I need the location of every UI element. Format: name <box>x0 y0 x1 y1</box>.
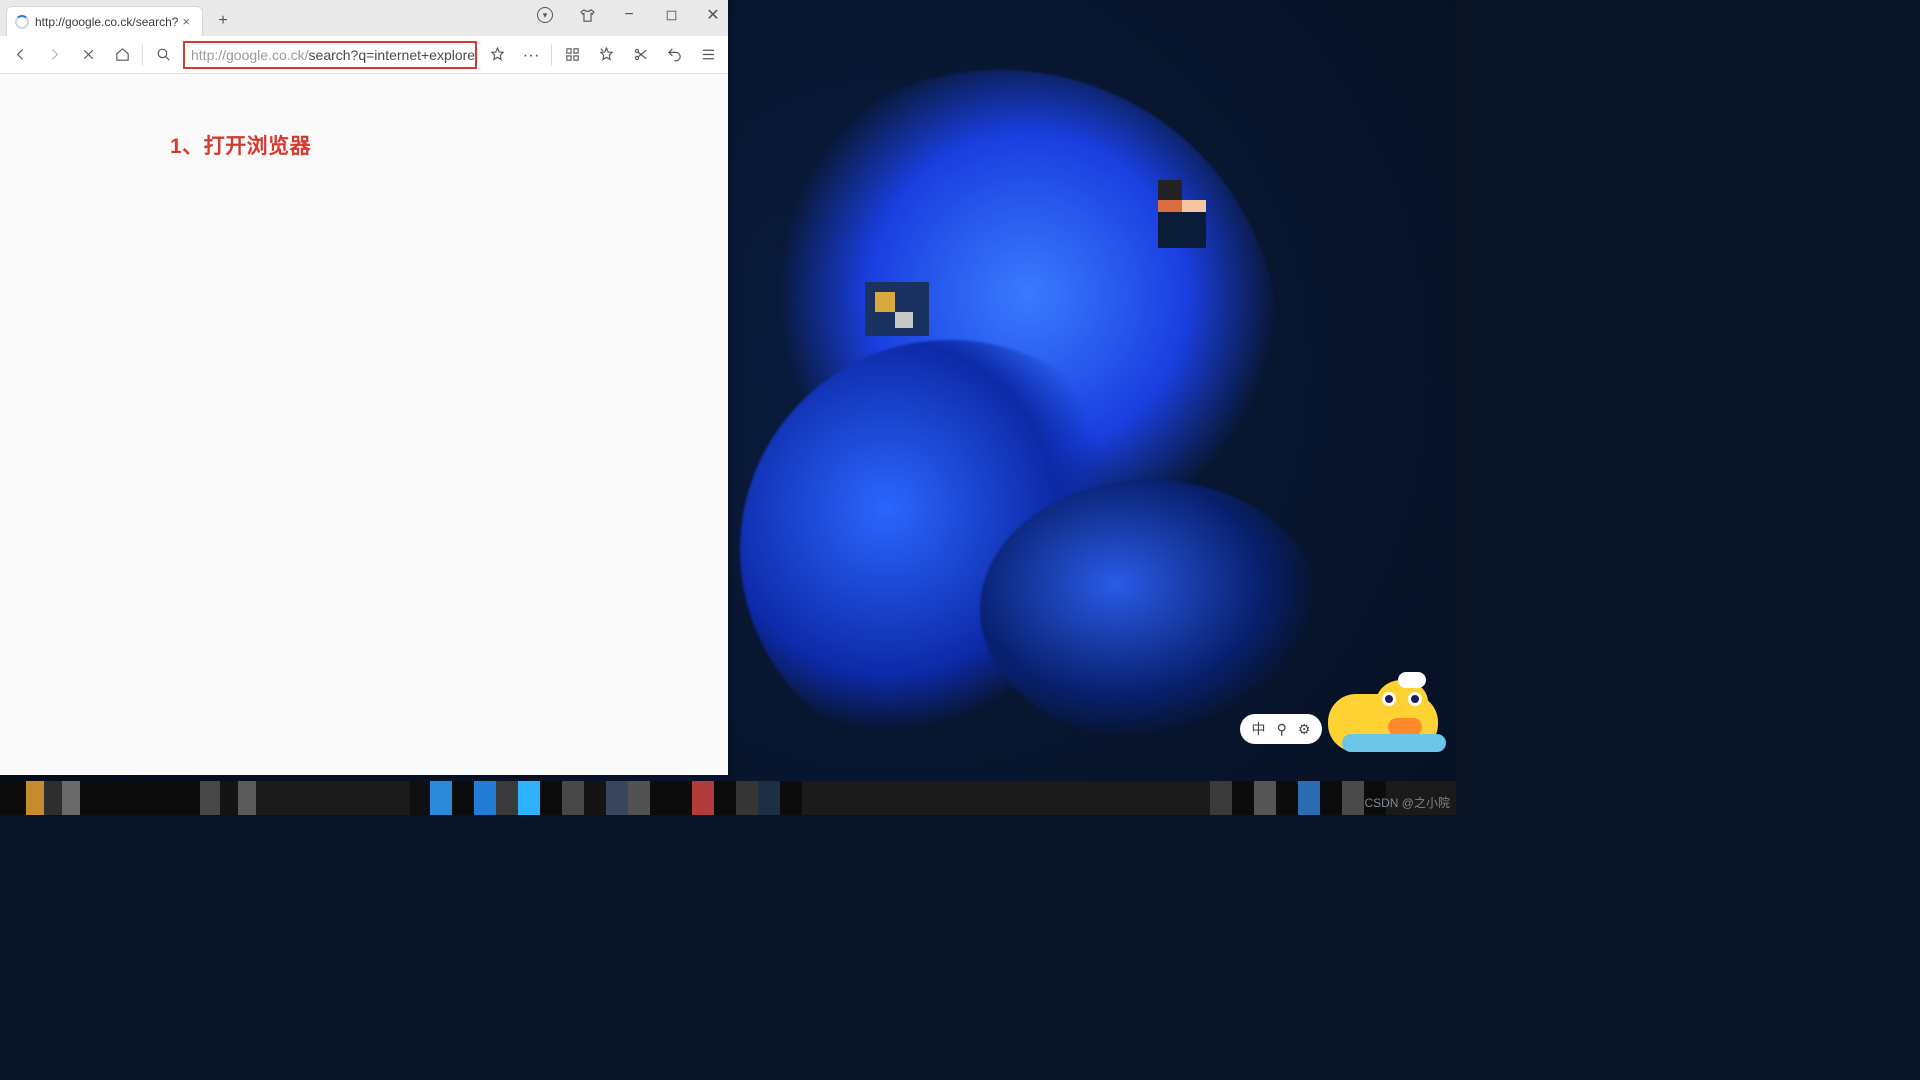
favorite-star-icon[interactable] <box>483 41 511 69</box>
ime-toolbar: 中 ⚲ ⚙ <box>1232 686 1442 758</box>
address-bar[interactable]: http://google.co.ck/search?q=internet+ex… <box>183 41 477 69</box>
censor-block <box>1158 180 1182 200</box>
forward-button[interactable] <box>40 41 68 69</box>
separator <box>551 44 552 66</box>
new-tab-button[interactable]: + <box>213 11 233 31</box>
tab-title: http://google.co.ck/search? <box>35 15 178 29</box>
hamburger-menu-icon[interactable] <box>694 41 722 69</box>
ime-skin-icon[interactable]: ⚲ <box>1277 721 1287 738</box>
search-icon[interactable] <box>149 41 177 69</box>
tab-strip: http://google.co.ck/search? × + ▾ − ✕ <box>0 0 728 36</box>
ime-mode[interactable]: 中 <box>1252 719 1266 739</box>
gear-icon[interactable]: ⚙ <box>1298 721 1311 738</box>
censor-block <box>865 282 929 336</box>
ime-pill[interactable]: 中 ⚲ ⚙ <box>1240 714 1322 744</box>
loading-spinner-icon <box>15 15 29 29</box>
csdn-watermark: CSDN @之小院 <box>1364 794 1450 811</box>
browser-tab[interactable]: http://google.co.ck/search? × <box>6 6 203 36</box>
window-close-button[interactable]: ✕ <box>702 4 724 26</box>
censor-block <box>1158 200 1206 248</box>
tab-close-icon[interactable]: × <box>178 14 194 29</box>
minimize-button[interactable]: − <box>618 4 640 26</box>
separator <box>142 44 143 66</box>
scissors-icon[interactable] <box>626 41 654 69</box>
screenshot-region: 中 ⚲ ⚙ http://google.co.ck/search? × + ▾ <box>0 0 1456 815</box>
back-button[interactable] <box>6 41 34 69</box>
browser-window: http://google.co.ck/search? × + ▾ − ✕ <box>0 0 728 775</box>
maximize-button[interactable] <box>660 4 682 26</box>
shield-icon[interactable]: ▾ <box>534 4 556 26</box>
browser-toolbar: http://google.co.ck/search?q=internet+ex… <box>0 36 728 74</box>
url-path: search?q=internet+explorer+ <box>309 47 477 63</box>
ime-mascot-duck <box>1328 694 1438 752</box>
apps-grid-icon[interactable] <box>558 41 586 69</box>
more-button[interactable]: ··· <box>517 41 545 69</box>
favorites-hub-icon[interactable] <box>592 41 620 69</box>
undo-icon[interactable] <box>660 41 688 69</box>
shirt-icon[interactable] <box>576 4 598 26</box>
windows-taskbar[interactable] <box>0 781 1456 815</box>
stop-button[interactable] <box>74 41 102 69</box>
home-button[interactable] <box>108 41 136 69</box>
page-annotation-text: 1、打开浏览器 <box>0 74 728 160</box>
url-host: http://google.co.ck/ <box>191 47 309 63</box>
